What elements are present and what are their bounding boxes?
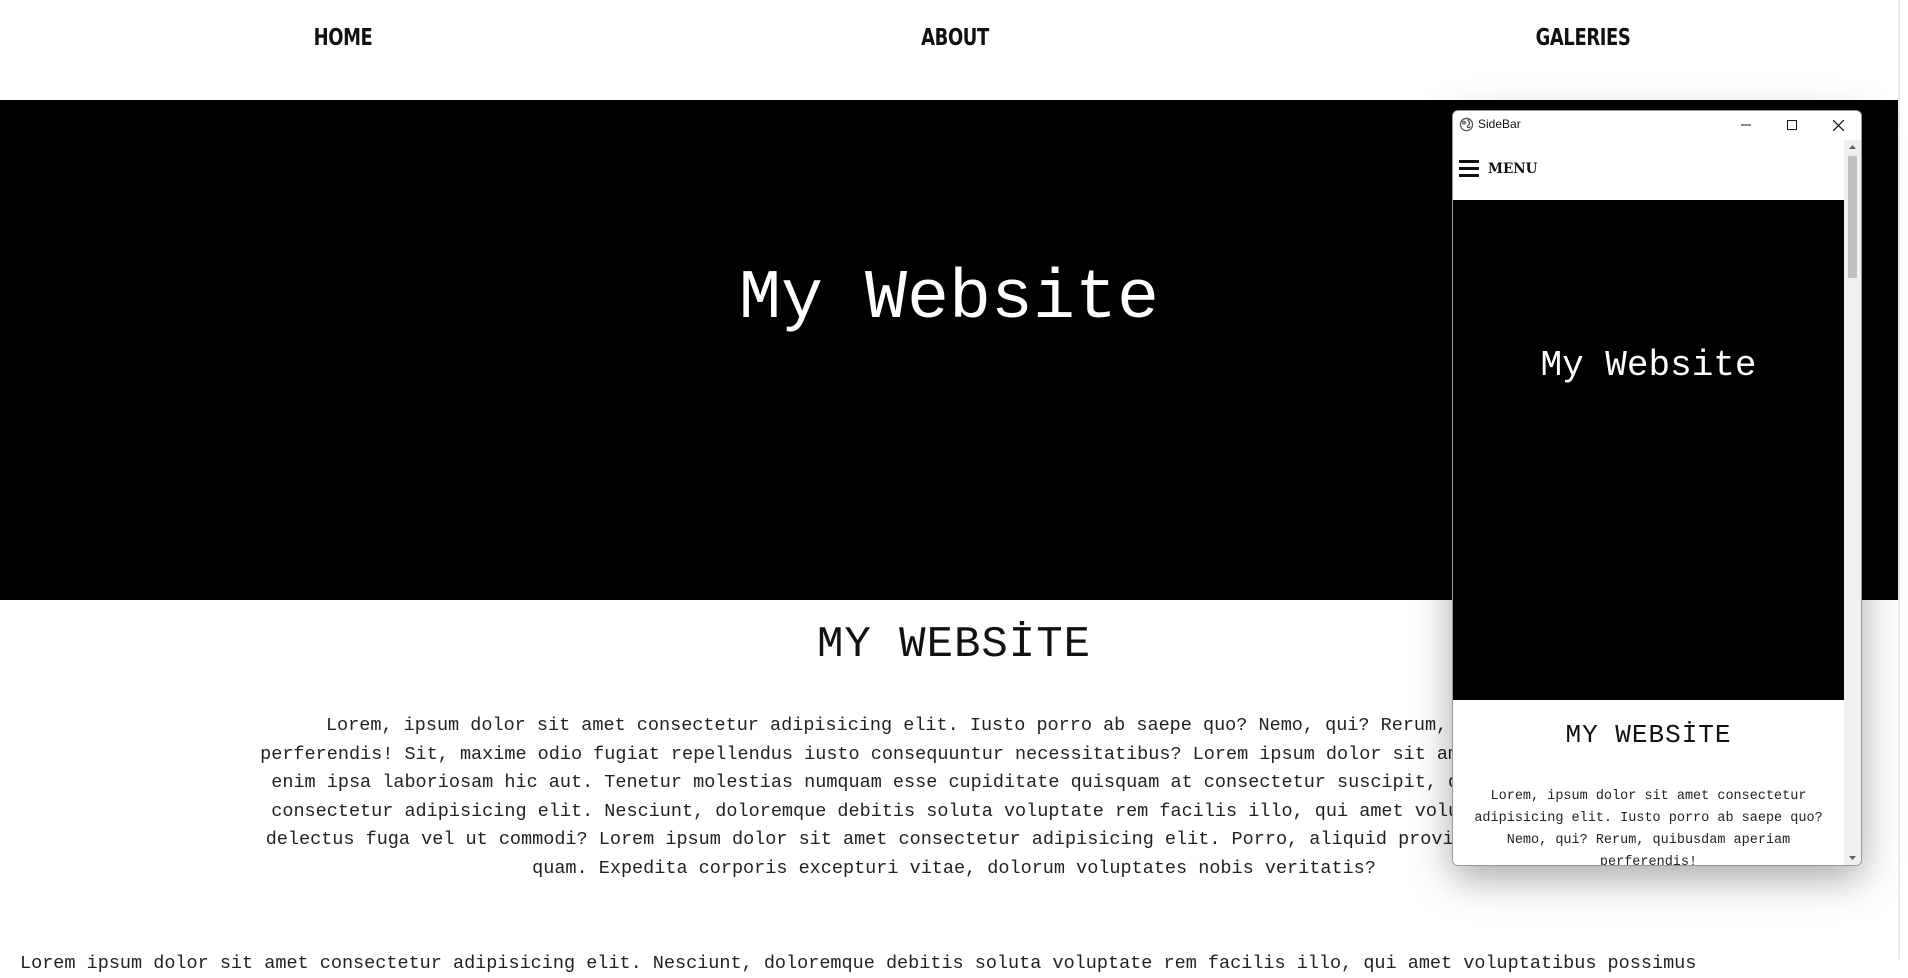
page-scrollbar-thumb[interactable] [1899, 0, 1908, 959]
nav-home-link[interactable]: HOME [305, 25, 380, 51]
top-navigation: HOME ABOUT GALERIES [0, 0, 1908, 100]
mini-hero-banner: My Website [1453, 200, 1844, 700]
window-titlebar[interactable]: SideBar [1453, 111, 1861, 139]
nav-galleries-link[interactable]: GALERIES [1522, 25, 1644, 51]
scroll-down-arrow-icon[interactable] [1844, 851, 1861, 865]
paragraph-line: perferendis! Sit, maxime odio fugiat rep… [260, 743, 1648, 765]
second-paragraph: Lorem ipsum dolor sit amet consectetur a… [20, 953, 1697, 974]
menu-label[interactable]: MENU [1488, 161, 1537, 177]
minimize-icon [1741, 124, 1751, 126]
mini-navbar: MENU [1453, 140, 1844, 200]
mini-hero-title: My Website [1540, 345, 1757, 386]
maximize-icon [1787, 120, 1797, 130]
mini-body-paragraph: Lorem, ipsum dolor sit amet consectetur … [1474, 789, 1823, 865]
nav-about-link[interactable]: ABOUT [912, 25, 999, 51]
close-button[interactable] [1815, 111, 1861, 139]
window-scrollbar-thumb[interactable] [1848, 156, 1857, 278]
scroll-up-arrow-icon[interactable] [1844, 140, 1861, 154]
paragraph-line: consectetur adipisicing elit. Nesciunt, … [271, 800, 1637, 822]
minimize-button[interactable] [1723, 111, 1769, 139]
page-scrollbar[interactable] [1898, 0, 1908, 959]
maximize-button[interactable] [1769, 111, 1815, 139]
paragraph-line: enim ipsa laboriosam hic aut. Tenetur mo… [271, 772, 1637, 793]
sidebar-window: SideBar MENU My Website MY WEBSİTE Lorem… [1452, 110, 1862, 866]
window-content: MENU My Website MY WEBSİTE Lorem, ipsum … [1453, 140, 1844, 865]
window-title: SideBar [1478, 117, 1521, 131]
paragraph-line: delectus fuga vel ut commodi? Lorem ipsu… [265, 829, 1643, 850]
hamburger-menu-icon[interactable] [1459, 160, 1479, 178]
paragraph-line: Lorem, ipsum dolor sit amet consectetur … [325, 715, 1648, 736]
globe-icon [1459, 117, 1474, 132]
window-scrollbar[interactable] [1844, 140, 1861, 865]
mini-section-heading: MY WEBSİTE [1565, 720, 1732, 750]
paragraph-line: quam. Expedita corporis excepturi vitae,… [532, 857, 1376, 879]
close-icon [1832, 119, 1844, 131]
